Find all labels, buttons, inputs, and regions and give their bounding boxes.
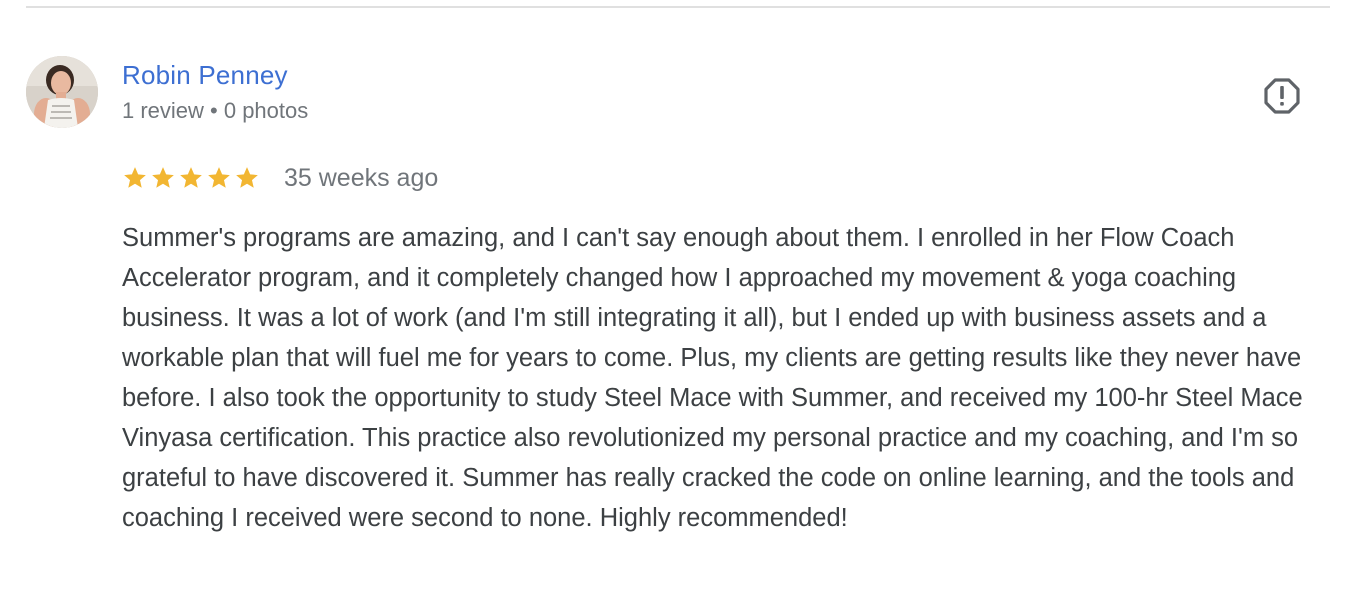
review-date: 35 weeks ago [284,163,439,192]
reviewer-name-link[interactable]: Robin Penney [122,58,288,92]
report-flag-icon [1264,78,1300,114]
report-button[interactable] [1262,76,1302,116]
avatar[interactable] [26,56,98,128]
rating-row: 35 weeks ago [122,160,438,196]
star-rating [122,165,260,191]
star-icon [122,165,148,191]
top-divider [26,6,1330,8]
star-icon [234,165,260,191]
avatar-photo [26,56,98,128]
review-text: Summer's programs are amazing, and I can… [122,224,1303,532]
star-icon [150,165,176,191]
star-icon [178,165,204,191]
reviewer-meta: 1 review • 0 photos [122,98,309,123]
star-icon [206,165,232,191]
